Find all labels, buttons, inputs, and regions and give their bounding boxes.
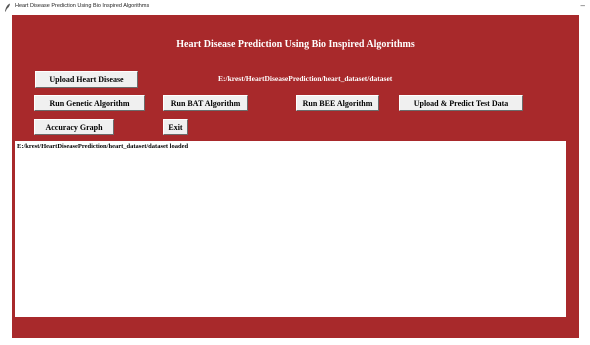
upload-heart-disease-button[interactable]: Upload Heart Disease bbox=[35, 71, 138, 88]
dataset-path-label: E:/krest/HeartDiseasePrediction/heart_da… bbox=[218, 74, 393, 83]
run-bee-algorithm-button[interactable]: Run BEE Algorithm bbox=[296, 95, 379, 111]
run-genetic-algorithm-button[interactable]: Run Genetic Algorithm bbox=[34, 95, 145, 111]
upload-predict-test-data-button[interactable]: Upload & Predict Test Data bbox=[399, 95, 523, 111]
run-bat-algorithm-button[interactable]: Run BAT Algorithm bbox=[163, 95, 248, 111]
minimize-button[interactable]: – bbox=[581, 1, 585, 10]
exit-button[interactable]: Exit bbox=[163, 119, 188, 135]
output-log-text: E:/krest/HeartDiseasePrediction/heart_da… bbox=[17, 143, 189, 150]
page-title: Heart Disease Prediction Using Bio Inspi… bbox=[176, 39, 415, 50]
window-title: Heart Disease Prediction Using Bio Inspi… bbox=[15, 3, 150, 9]
title-bar: Heart Disease Prediction Using Bio Inspi… bbox=[0, 0, 590, 15]
output-text-area[interactable]: E:/krest/HeartDiseasePrediction/heart_da… bbox=[15, 141, 566, 317]
feather-icon bbox=[5, 3, 10, 12]
accuracy-graph-button[interactable]: Accuracy Graph bbox=[34, 119, 114, 135]
app-panel: Heart Disease Prediction Using Bio Inspi… bbox=[12, 15, 579, 338]
